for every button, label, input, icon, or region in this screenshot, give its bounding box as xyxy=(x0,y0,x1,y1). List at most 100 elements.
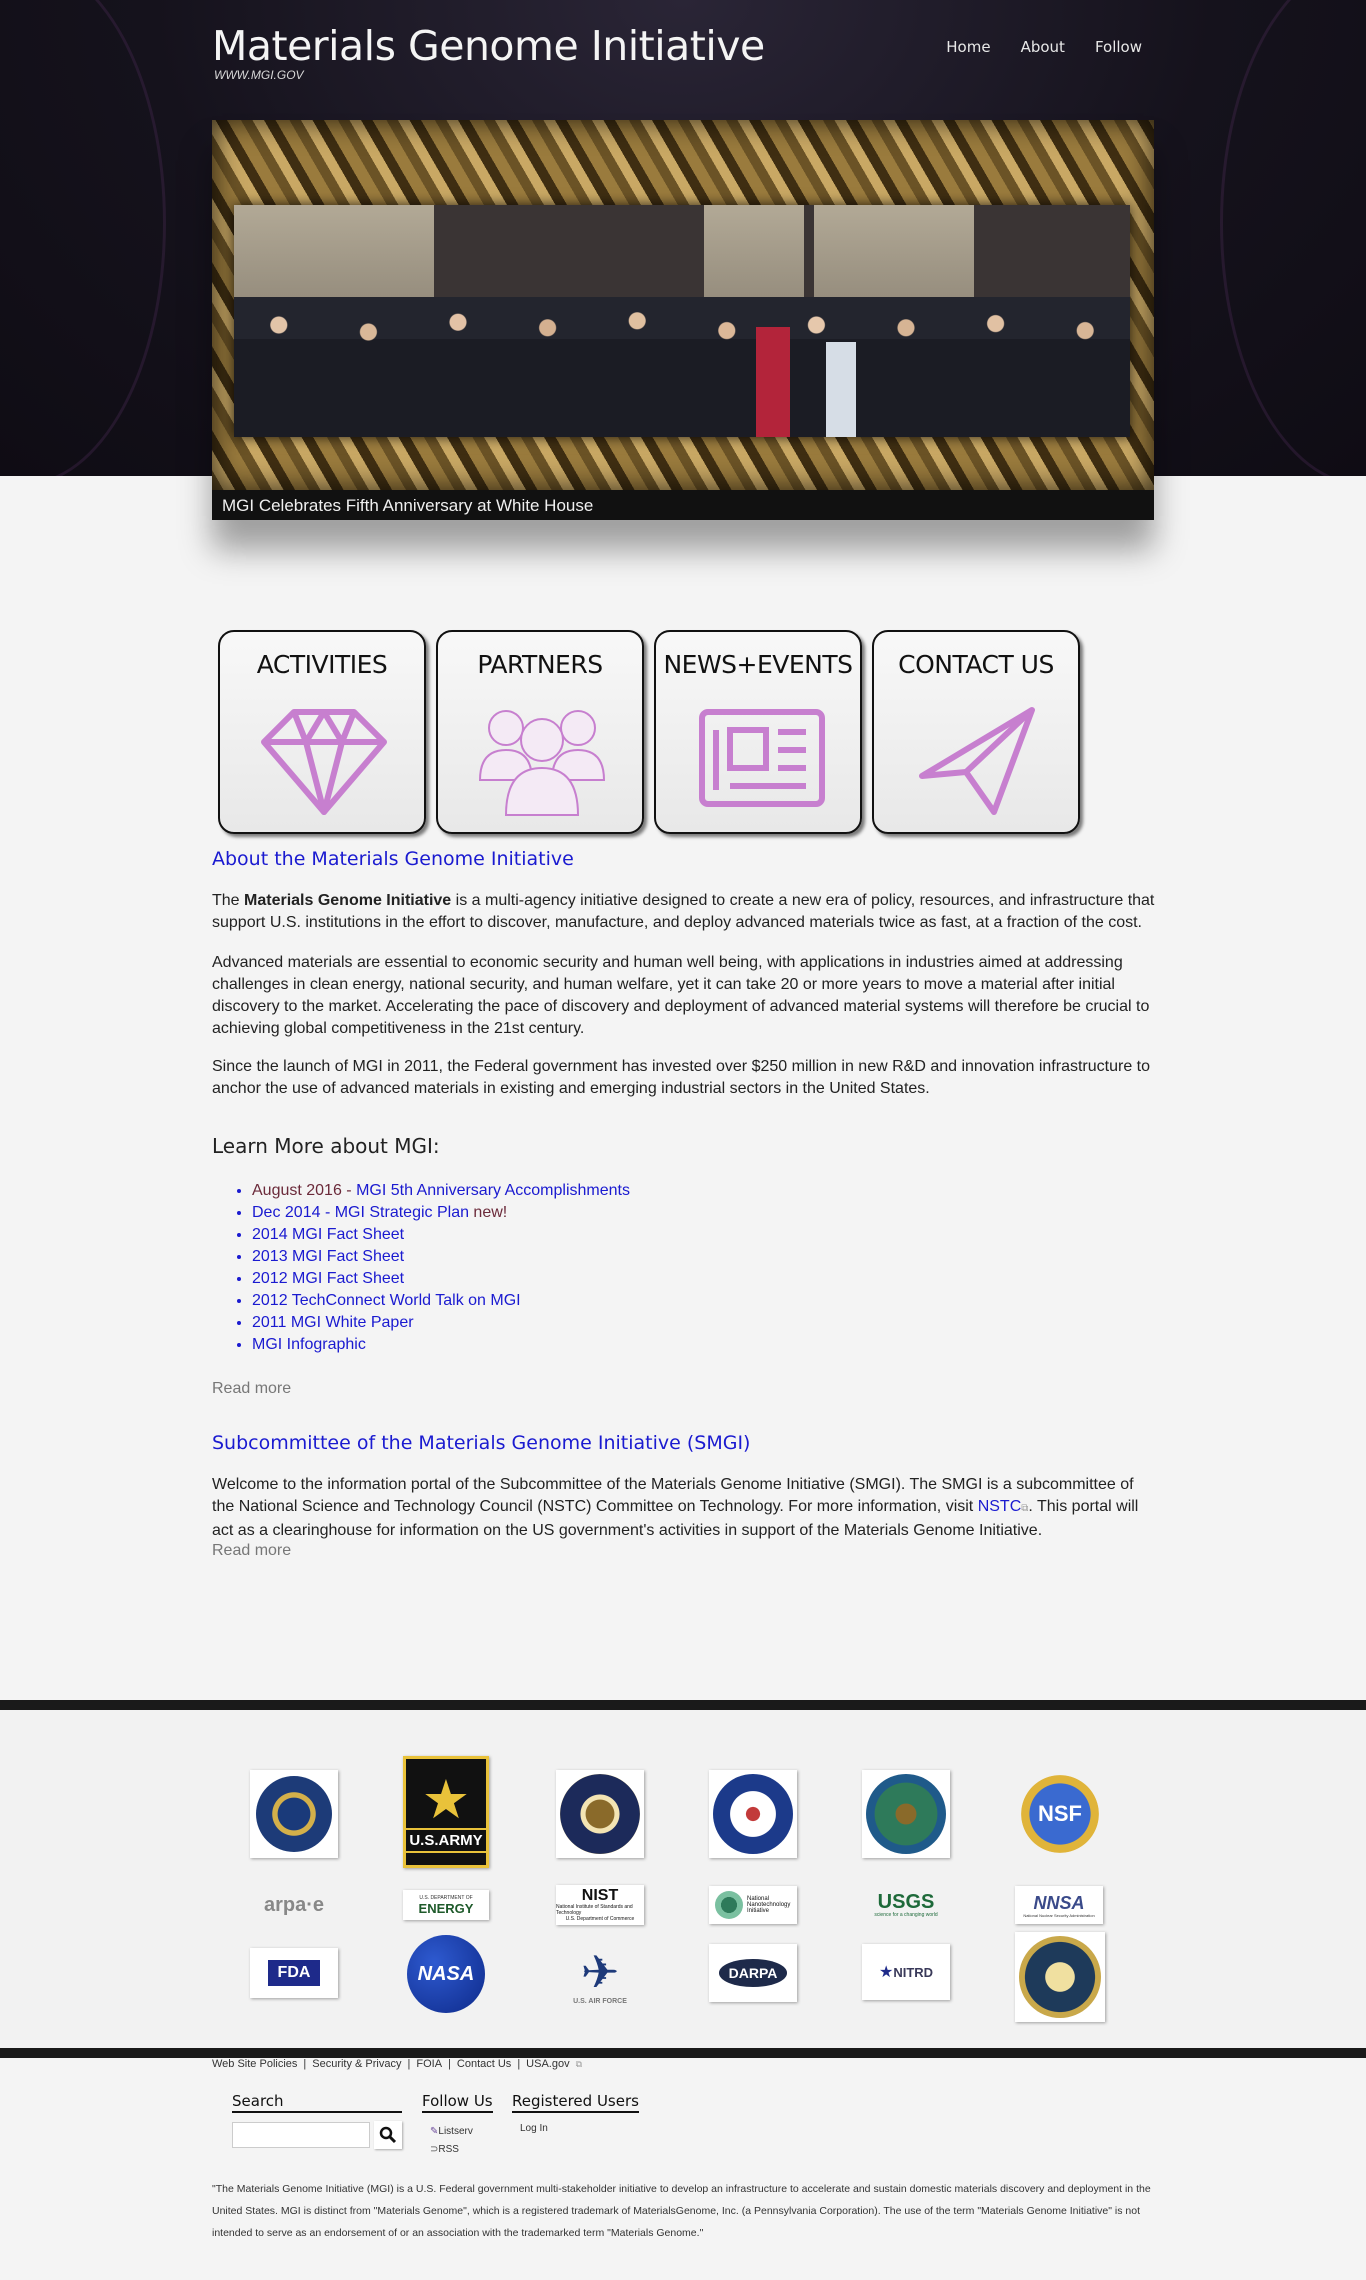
list-item: Log In xyxy=(512,2123,652,2134)
strategic-plan-link[interactable]: Dec 2014 - MGI Strategic Plan xyxy=(252,1204,469,1221)
nnsa-sublabel: National Nuclear Security Administration xyxy=(1023,1912,1095,1918)
nasa-logo[interactable]: NASA xyxy=(403,1934,489,2014)
tile-label: NEWS+EVENTS xyxy=(663,650,853,679)
initiative-name: Materials Genome Initiative xyxy=(244,892,452,909)
nasa-label: NASA xyxy=(407,1935,485,2013)
fact-sheet-2012-link[interactable]: 2012 MGI Fact Sheet xyxy=(252,1270,404,1287)
fda-logo[interactable]: FDA xyxy=(250,1948,338,1998)
photo-figure xyxy=(756,327,790,437)
usa-gov-link[interactable]: USA.gov xyxy=(526,2058,569,2070)
nstc-link[interactable]: NSTC xyxy=(978,1498,1022,1515)
nist-logo[interactable]: NIST National Institute of Standards and… xyxy=(556,1885,644,1925)
tile-partners[interactable]: PARTNERS xyxy=(436,630,644,834)
photo-figure xyxy=(826,342,856,437)
partner-logos: ★ U.S.ARMY NSF arpa·e U.S. DEPARTMENT OF… xyxy=(0,1700,1366,2058)
nnsa-logo[interactable]: NNSA National Nuclear Security Administr… xyxy=(1015,1886,1103,1924)
smgi-paragraph: Welcome to the information portal of the… xyxy=(212,1474,1156,1542)
newspaper-icon xyxy=(699,709,825,807)
eop-seal-icon xyxy=(560,1774,640,1854)
anniversary-link[interactable]: MGI 5th Anniversary Accomplishments xyxy=(356,1182,630,1199)
nav-about[interactable]: About xyxy=(1021,38,1065,56)
dod-seal-icon xyxy=(256,1776,332,1852)
tile-news-events[interactable]: NEWS+EVENTS xyxy=(654,630,862,834)
group-photo[interactable] xyxy=(234,205,1130,437)
rss-link[interactable]: RSS xyxy=(438,2144,459,2155)
site-title[interactable]: Materials Genome Initiative xyxy=(212,22,765,70)
eop-logo[interactable] xyxy=(556,1770,644,1858)
registered-users-title: Registered Users xyxy=(512,2092,639,2113)
listserv-link[interactable]: Listserv xyxy=(438,2126,472,2137)
energy-logo[interactable]: U.S. DEPARTMENT OF ENERGY xyxy=(403,1890,489,1920)
read-more-link[interactable]: Read more xyxy=(212,1380,1156,1398)
fact-sheet-2014-link[interactable]: 2014 MGI Fact Sheet xyxy=(252,1226,404,1243)
policies-link[interactable]: Web Site Policies xyxy=(212,2058,297,2070)
smgi-title[interactable]: Subcommittee of the Materials Genome Ini… xyxy=(212,1432,1156,1454)
ostp-seal-icon xyxy=(713,1774,793,1854)
list-item: 2014 MGI Fact Sheet xyxy=(252,1224,1156,1246)
read-more-link[interactable]: Read more xyxy=(212,1542,1156,1560)
about-title[interactable]: About the Materials Genome Initiative xyxy=(212,848,1156,870)
main-content: About the Materials Genome Initiative Th… xyxy=(212,848,1156,1560)
fda-label: FDA xyxy=(267,1960,321,1986)
foia-link[interactable]: FOIA xyxy=(416,2058,442,2070)
nsf-logo[interactable]: NSF xyxy=(1015,1766,1105,1862)
white-paper-link[interactable]: 2011 MGI White Paper xyxy=(252,1314,414,1331)
follow-title: Follow Us xyxy=(422,2092,493,2113)
follow-block: Follow Us ✎Listserv ⊃RSS xyxy=(422,2092,502,2159)
main-nav: Home About Follow xyxy=(946,38,1142,56)
list-item: Dec 2014 - MGI Strategic Plan new! xyxy=(252,1202,1156,1224)
arpae-logo[interactable]: arpa·e xyxy=(250,1888,338,1922)
ostp-logo[interactable] xyxy=(709,1770,797,1858)
darpa-logo[interactable]: DARPA xyxy=(709,1944,797,2002)
diamond-icon xyxy=(261,709,387,815)
techconnect-talk-link[interactable]: 2012 TechConnect World Talk on MGI xyxy=(252,1292,521,1309)
tile-label: PARTNERS xyxy=(477,650,603,679)
list-item: August 2016 - MGI 5th Anniversary Accomp… xyxy=(252,1180,1156,1202)
search-input[interactable] xyxy=(232,2122,370,2148)
contact-us-link[interactable]: Contact Us xyxy=(457,2058,511,2070)
usgs-sublabel: science for a changing world xyxy=(874,1912,938,1918)
ornate-frame xyxy=(212,120,1154,490)
fact-sheet-2013-link[interactable]: 2013 MGI Fact Sheet xyxy=(252,1248,404,1265)
nni-logo[interactable]: National Nanotechnology Initiative xyxy=(709,1886,797,1924)
nnsa-label: NNSA xyxy=(1033,1892,1085,1913)
usgs-logo[interactable]: USGS science for a changing world xyxy=(862,1888,950,1922)
nav-follow[interactable]: Follow xyxy=(1095,38,1142,56)
slide-caption[interactable]: MGI Celebrates Fifth Anniversary at Whit… xyxy=(222,496,593,516)
tile-label: ACTIVITIES xyxy=(256,650,388,679)
search-button[interactable] xyxy=(374,2121,402,2149)
nist-sublabel: U.S. Department of Commerce xyxy=(565,1916,635,1922)
separator: | xyxy=(517,2058,521,2070)
login-link[interactable]: Log In xyxy=(520,2123,548,2134)
list-item: 2012 MGI Fact Sheet xyxy=(252,1268,1156,1290)
nni-label: National Nanotechnology Initiative xyxy=(747,1896,791,1914)
dod-logo[interactable] xyxy=(250,1770,338,1858)
decorative-swirl xyxy=(1220,0,1366,476)
site-url: WWW.MGI.GOV xyxy=(214,68,304,82)
nni-globe-icon xyxy=(715,1891,743,1919)
navy-logo[interactable] xyxy=(1015,1932,1105,2022)
army-logo[interactable]: ★ U.S.ARMY xyxy=(403,1756,489,1868)
doe-seal-logo[interactable] xyxy=(862,1770,950,1858)
nsf-label: NSF xyxy=(1021,1775,1099,1853)
new-badge: new! xyxy=(468,1204,508,1221)
army-star-icon: ★ xyxy=(421,1769,471,1830)
tile-contact-us[interactable]: CONTACT US xyxy=(872,630,1080,834)
security-privacy-link[interactable]: Security & Privacy xyxy=(312,2058,401,2070)
nav-home[interactable]: Home xyxy=(946,38,990,56)
nist-label: NIST xyxy=(581,1887,619,1904)
tile-activities[interactable]: ACTIVITIES xyxy=(218,630,426,834)
search-block: Search xyxy=(232,2092,402,2149)
slideshow[interactable]: MGI Celebrates Fifth Anniversary at Whit… xyxy=(212,120,1154,520)
follow-items: ✎Listserv ⊃RSS xyxy=(422,2123,502,2159)
navy-seal-icon xyxy=(1019,1936,1101,2018)
infographic-link[interactable]: MGI Infographic xyxy=(252,1336,366,1353)
about-paragraph: The Materials Genome Initiative is a mul… xyxy=(212,890,1156,934)
about-paragraph: Since the launch of MGI in 2011, the Fed… xyxy=(212,1058,1151,1097)
list-item: MGI Infographic xyxy=(252,1334,1156,1356)
energy-label: ENERGY xyxy=(418,1900,474,1916)
air-force-logo[interactable]: ✈ U.S. AIR FORCE xyxy=(556,1932,644,2018)
list-item: 2012 TechConnect World Talk on MGI xyxy=(252,1290,1156,1312)
darpa-label: DARPA xyxy=(718,1959,788,1987)
nitrd-logo[interactable]: ★ NITRD xyxy=(862,1944,950,2000)
